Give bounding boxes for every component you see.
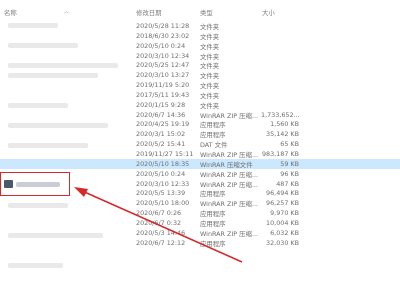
red-arrow-annotation [74, 187, 243, 263]
